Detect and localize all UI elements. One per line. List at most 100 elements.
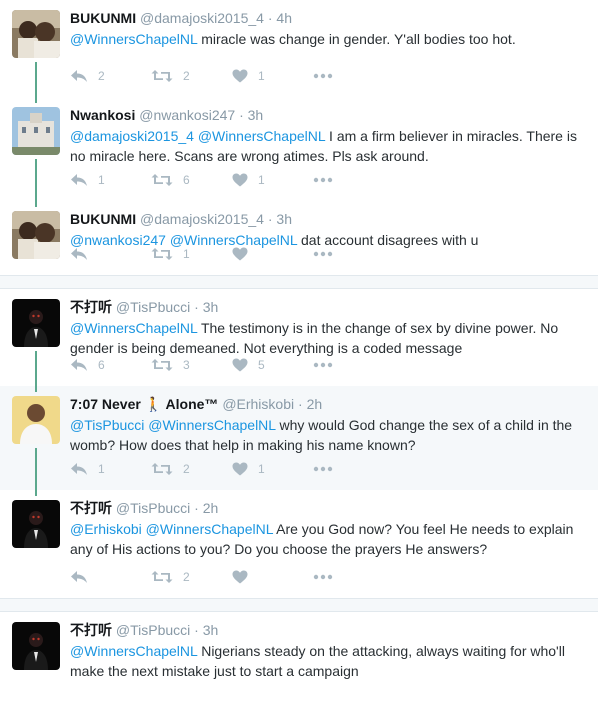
dark-figure-photo	[12, 299, 60, 347]
retweet-icon	[151, 247, 183, 261]
retweets-count: 2	[183, 462, 190, 476]
separator-dot: ·	[194, 299, 199, 315]
reply-icon	[70, 247, 98, 261]
more-dots-icon	[313, 73, 343, 79]
tweet-actions: 6 3 5	[70, 350, 394, 380]
avatar[interactable]	[12, 10, 60, 58]
reply-button[interactable]	[70, 247, 151, 261]
avatar[interactable]	[12, 211, 60, 259]
building-photo	[12, 107, 60, 155]
mention-links[interactable]: @WinnersChapelNL	[70, 320, 197, 336]
display-name[interactable]: BUKUNMI	[70, 211, 136, 227]
user-handle[interactable]: @TisPbucci	[116, 299, 190, 315]
retweet-button[interactable]: 3	[151, 358, 232, 372]
mention-links[interactable]: @damajoski2015_4 @WinnersChapelNL	[70, 128, 325, 144]
display-name[interactable]: Nwankosi	[70, 107, 135, 123]
user-handle[interactable]: @damajoski2015_4	[140, 211, 264, 227]
tweet-body: miracle was change in gender. Y'all bodi…	[197, 31, 516, 47]
reply-button[interactable]: 1	[70, 173, 151, 187]
tweet[interactable]: Nwankosi @nwankosi247 · 3h @damajoski2015…	[0, 97, 598, 201]
retweet-icon	[151, 462, 183, 476]
tweet[interactable]: 不打听 @TisPbucci · 3h @WinnersChapelNL Nige…	[0, 612, 598, 707]
tweet-text: @WinnersChapelNL miracle was change in g…	[70, 29, 586, 49]
like-icon	[232, 247, 258, 261]
timeline: BUKUNMI @damajoski2015_4 · 4h @WinnersCha…	[0, 0, 598, 707]
reply-button[interactable]: 2	[70, 69, 151, 83]
user-handle[interactable]: @damajoski2015_4	[140, 10, 264, 26]
more-options-button[interactable]	[313, 362, 394, 368]
like-button[interactable]: 1	[232, 462, 313, 476]
avatar[interactable]	[12, 107, 60, 155]
conversation-group: BUKUNMI @damajoski2015_4 · 4h @WinnersCha…	[0, 0, 598, 275]
thread-line	[35, 201, 37, 207]
tweet[interactable]: 不打听 @TisPbucci · 2h @Erhiskobi @WinnersCh…	[0, 490, 598, 598]
tweet[interactable]: 7:07 Never 🚶 Alone™ @Erhiskobi · 2h @TisP…	[0, 386, 598, 490]
mention-links[interactable]: @WinnersChapelNL	[70, 31, 197, 47]
thread-line	[35, 62, 37, 97]
timestamp[interactable]: 3h	[203, 299, 219, 315]
mention-links[interactable]: @TisPbucci @WinnersChapelNL	[70, 417, 276, 433]
user-handle[interactable]: @nwankosi247	[139, 107, 235, 123]
like-icon	[232, 462, 258, 476]
reply-button[interactable]: 6	[70, 358, 151, 372]
timestamp[interactable]: 3h	[276, 211, 292, 227]
like-button[interactable]: 1	[232, 69, 313, 83]
separator-dot: ·	[267, 10, 273, 26]
mention-links[interactable]: @Erhiskobi @WinnersChapelNL	[70, 521, 273, 537]
more-options-button[interactable]	[313, 251, 394, 257]
timestamp[interactable]: 2h	[307, 396, 323, 412]
more-options-button[interactable]	[313, 466, 394, 472]
tweet[interactable]: BUKUNMI @damajoski2015_4 · 3h @nwankosi24…	[0, 201, 598, 275]
like-button[interactable]: 1	[232, 173, 313, 187]
avatar[interactable]	[12, 396, 60, 444]
timestamp[interactable]: 3h	[248, 107, 264, 123]
like-button[interactable]	[232, 570, 313, 584]
reply-icon	[70, 462, 98, 476]
avatar[interactable]	[12, 299, 60, 347]
display-name[interactable]: 7:07 Never 🚶 Alone™	[70, 396, 218, 412]
more-dots-icon	[313, 177, 343, 183]
replies-count: 1	[98, 462, 105, 476]
retweet-button[interactable]: 2	[151, 69, 232, 83]
retweet-button[interactable]: 2	[151, 462, 232, 476]
reply-button[interactable]	[70, 570, 151, 584]
user-handle[interactable]: @Erhiskobi	[222, 396, 294, 412]
display-name[interactable]: 不打听	[70, 622, 112, 638]
like-button[interactable]	[232, 247, 313, 261]
tweet[interactable]: 不打听 @TisPbucci · 3h @WinnersChapelNL The …	[0, 289, 598, 386]
group-divider	[0, 598, 598, 612]
user-handle[interactable]: @TisPbucci	[116, 622, 190, 638]
group-divider	[0, 275, 598, 289]
retweet-button[interactable]: 1	[151, 247, 232, 261]
retweets-count: 1	[183, 247, 190, 261]
avatar[interactable]	[12, 500, 60, 548]
retweets-count: 3	[183, 358, 190, 372]
timestamp[interactable]: 2h	[203, 500, 219, 516]
retweet-button[interactable]: 6	[151, 173, 232, 187]
tweet-text: @WinnersChapelNL Nigerians steady on the…	[70, 641, 586, 681]
likes-count: 1	[258, 173, 265, 187]
more-options-button[interactable]	[313, 73, 394, 79]
thread-line	[35, 159, 37, 201]
likes-count: 1	[258, 462, 265, 476]
mention-links[interactable]: @WinnersChapelNL	[70, 643, 197, 659]
tweet-header: 7:07 Never 🚶 Alone™ @Erhiskobi · 2h	[70, 395, 586, 413]
tweet-header: Nwankosi @nwankosi247 · 3h	[70, 106, 586, 124]
user-handle[interactable]: @TisPbucci	[116, 500, 190, 516]
display-name[interactable]: 不打听	[70, 500, 112, 516]
timestamp[interactable]: 4h	[276, 10, 292, 26]
avatar[interactable]	[12, 622, 60, 670]
more-options-button[interactable]	[313, 177, 394, 183]
tweet-header: BUKUNMI @damajoski2015_4 · 4h	[70, 9, 586, 27]
timestamp[interactable]: 3h	[203, 622, 219, 638]
more-options-button[interactable]	[313, 574, 394, 580]
reply-button[interactable]: 1	[70, 462, 151, 476]
tweet-actions: 1	[70, 239, 394, 269]
like-button[interactable]: 5	[232, 358, 313, 372]
display-name[interactable]: 不打听	[70, 299, 112, 315]
display-name[interactable]: BUKUNMI	[70, 10, 136, 26]
tweet[interactable]: BUKUNMI @damajoski2015_4 · 4h @WinnersCha…	[0, 0, 598, 97]
couple-photo	[12, 211, 60, 259]
retweet-icon	[151, 69, 183, 83]
retweet-button[interactable]: 2	[151, 570, 232, 584]
